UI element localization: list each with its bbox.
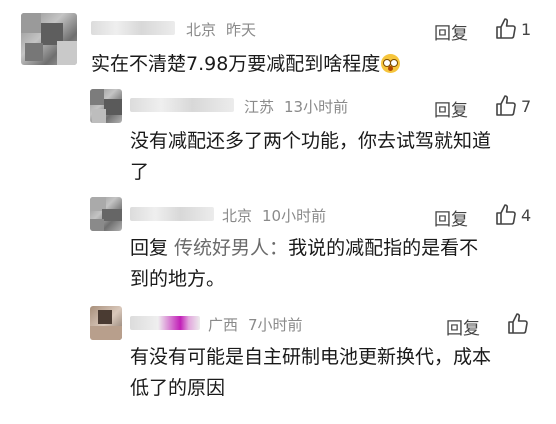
like-count: 4 — [521, 205, 532, 225]
thumbs-up-icon — [496, 95, 516, 116]
avatar[interactable] — [90, 306, 122, 340]
comment-text: 没有减配还多了两个功能，你去试驾就知道 了 — [130, 130, 492, 183]
avatar[interactable] — [21, 13, 77, 65]
timestamp: 10小时前 — [262, 207, 327, 225]
astonished-face-emoji — [381, 54, 401, 73]
timestamp: 13小时前 — [284, 98, 349, 116]
avatar[interactable] — [90, 89, 122, 123]
like-button[interactable] — [506, 312, 533, 336]
timestamp: 昨天 — [226, 21, 257, 39]
comment-meta: 广西 7小时前 — [208, 314, 303, 335]
location: 北京 — [186, 21, 217, 39]
reply-button[interactable]: 回复 — [434, 96, 468, 121]
timestamp: 7小时前 — [248, 316, 303, 334]
mention-link[interactable]: 传统好男人： — [174, 237, 288, 259]
comment-text: 回复 传统好男人：我说的减配指的是看不 到的地方。 — [130, 237, 479, 290]
reply-button[interactable]: 回复 — [434, 19, 468, 44]
comment-text: 实在不清楚7.98万要减配到啥程度 — [91, 49, 401, 80]
reply-button[interactable]: 回复 — [434, 205, 468, 230]
reply-button[interactable]: 回复 — [446, 314, 480, 339]
like-button[interactable]: 7 — [494, 94, 531, 118]
username[interactable] — [130, 98, 234, 112]
like-count: 7 — [521, 96, 532, 116]
comment-text: 有没有可能是自主研制电池更新换代，成本 低了的原因 — [130, 346, 492, 399]
thumbs-up-icon — [496, 18, 516, 39]
thumbs-up-icon — [496, 204, 516, 225]
like-button[interactable]: 4 — [494, 203, 531, 227]
thumbs-up-icon — [508, 313, 528, 334]
comment-meta: 北京 10小时前 — [222, 205, 326, 226]
location: 广西 — [208, 316, 239, 334]
username[interactable] — [130, 207, 214, 221]
avatar[interactable] — [90, 197, 122, 231]
like-count: 1 — [521, 19, 532, 39]
location: 江苏 — [244, 98, 275, 116]
username[interactable] — [91, 21, 175, 35]
comment-meta: 江苏 13小时前 — [244, 96, 348, 117]
location: 北京 — [222, 207, 253, 225]
comment-meta: 北京 昨天 — [186, 19, 256, 40]
username[interactable] — [130, 316, 200, 330]
like-button[interactable]: 1 — [494, 17, 531, 41]
